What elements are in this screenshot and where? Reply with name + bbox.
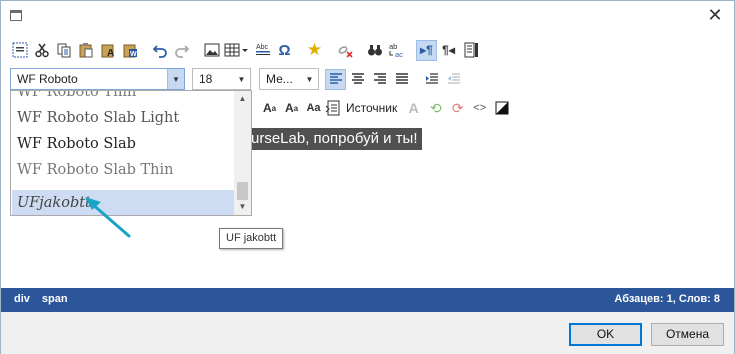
editor-dialog-window: ✕ A W Abc Ω ★ ab ac ▸¶ ¶◂ WF Roboto ▼ 18… <box>0 0 735 354</box>
align-right-icon[interactable] <box>369 69 390 90</box>
ok-button[interactable]: OK <box>569 323 642 346</box>
table-icon[interactable] <box>223 40 251 61</box>
paragraph-rtl-icon[interactable]: ¶◂ <box>438 40 459 61</box>
paragraph-ltr-icon[interactable]: ▸¶ <box>416 39 437 61</box>
paste-text-icon[interactable]: A <box>97 40 118 61</box>
find-icon[interactable] <box>364 40 385 61</box>
font-size-up-icon[interactable]: Aa <box>259 98 280 119</box>
scroll-up-icon[interactable]: ▲ <box>234 91 251 107</box>
cut-icon[interactable] <box>31 40 52 61</box>
path-item[interactable]: span <box>42 293 68 305</box>
svg-text:W: W <box>130 51 137 58</box>
cancel-button[interactable]: Отмена <box>651 323 724 346</box>
align-justify-icon[interactable] <box>391 69 412 90</box>
font-family-value: WF Roboto <box>17 72 78 86</box>
copy-icon[interactable] <box>53 40 74 61</box>
redo-icon[interactable] <box>171 40 192 61</box>
font-size-combo[interactable]: 18 ▼ <box>192 68 251 90</box>
dialog-footer: OK Отмена <box>1 312 734 354</box>
toolbar-main: A W Abc Ω ★ ab ac ▸¶ ¶◂ <box>9 39 482 61</box>
unlink2-icon[interactable]: ⟳ <box>447 98 468 119</box>
outdent-icon[interactable] <box>443 69 464 90</box>
replace-icon[interactable]: ab ac <box>386 40 407 61</box>
element-path: div span <box>14 293 80 305</box>
align-center-icon[interactable] <box>347 69 368 90</box>
word-count: Абзацев: 1, Слов: 8 <box>614 293 720 305</box>
status-bar: div span Абзацев: 1, Слов: 8 <box>1 288 734 312</box>
code-icon[interactable]: <> <box>469 98 490 119</box>
link-icon[interactable]: ⟲ <box>425 98 446 119</box>
paste-icon[interactable] <box>75 40 96 61</box>
font-option[interactable]: WF Roboto Slab Light <box>12 105 235 131</box>
svg-text:A: A <box>107 48 114 58</box>
fullscreen-icon[interactable] <box>460 40 481 61</box>
window-icon <box>10 10 22 21</box>
bookmark-star-icon[interactable]: ★ <box>304 40 325 61</box>
unlink-icon[interactable] <box>334 40 355 61</box>
remove-format-icon[interactable]: A <box>403 98 424 119</box>
toolbar-format: WF Roboto ▼ 18 ▼ Ме... ▼ <box>10 67 465 91</box>
chevron-down-icon[interactable]: ▼ <box>233 69 250 89</box>
align-left-icon[interactable] <box>325 68 346 90</box>
font-size-down-icon[interactable]: Aa <box>281 98 302 119</box>
horizontal-rule-icon[interactable]: Abc <box>252 40 273 61</box>
chevron-down-icon[interactable]: ▼ <box>167 69 184 89</box>
font-option[interactable]: WF Roboto Slab <box>12 131 235 157</box>
contrast-icon[interactable] <box>491 98 512 119</box>
svg-text:ac: ac <box>395 50 403 58</box>
path-item[interactable]: div <box>14 293 30 305</box>
change-case-icon[interactable]: Aa <box>303 98 324 119</box>
undo-icon[interactable] <box>149 40 170 61</box>
title-bar: ✕ <box>1 1 734 31</box>
font-family-combo[interactable]: WF Roboto ▼ <box>10 68 185 90</box>
font-option[interactable]: WF Roboto Slab Thin <box>12 157 235 183</box>
source-label: Источник <box>346 101 398 115</box>
special-char-icon[interactable]: Ω <box>274 40 295 61</box>
select-all-icon[interactable] <box>9 40 30 61</box>
pointer-arrow-icon <box>85 197 131 238</box>
style-value: Ме... <box>266 72 293 86</box>
close-button[interactable]: ✕ <box>702 3 728 27</box>
font-tooltip: UF jakobtt <box>219 228 284 249</box>
font-size-value: 18 <box>199 72 213 86</box>
source-button[interactable]: Источник <box>325 100 397 116</box>
editor-content-text[interactable]: urseLab, попробуй и ты! <box>251 128 422 150</box>
scroll-down-icon[interactable]: ▼ <box>234 199 251 215</box>
toolbar-extra: Aa Aa Aa Источник A ⟲ ⟳ <> <box>259 97 513 119</box>
indent-icon[interactable] <box>421 69 442 90</box>
style-combo[interactable]: Ме... ▼ <box>259 68 319 90</box>
dropdown-scrollbar[interactable]: ▲ ▼ <box>234 91 251 215</box>
scroll-thumb[interactable] <box>237 182 248 200</box>
paste-word-icon[interactable]: W <box>119 40 140 61</box>
chevron-down-icon[interactable]: ▼ <box>301 69 318 89</box>
source-icon <box>325 100 340 116</box>
image-icon[interactable] <box>201 40 222 61</box>
font-option[interactable]: WF Roboto Thin <box>12 91 235 105</box>
svg-text:Abc: Abc <box>256 44 269 51</box>
